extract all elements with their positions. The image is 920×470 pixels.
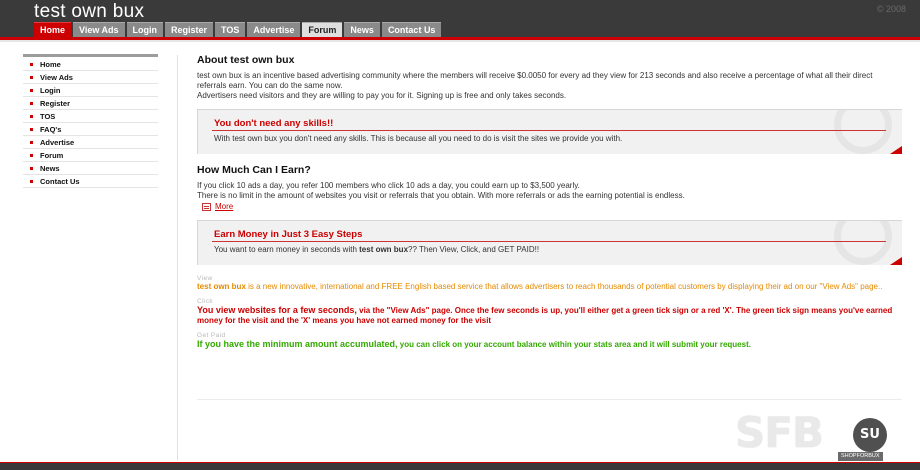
sidebar-item-contact-us[interactable]: Contact Us	[23, 175, 158, 188]
step-click-label: Click	[197, 298, 214, 305]
bullet-icon	[30, 128, 33, 131]
site-title[interactable]: test own bux	[34, 1, 144, 23]
document-icon	[202, 202, 211, 211]
sidebar-item-label: Register	[40, 99, 71, 108]
step-paid-label: Get Paid	[197, 332, 226, 339]
bullet-icon	[30, 102, 33, 105]
steps-box-title: Earn Money in Just 3 Easy Steps	[214, 229, 363, 240]
about-heading: About test own bux	[197, 54, 295, 66]
steps-box-text-post: ?? Then View, Click, and GET PAID!!	[408, 245, 540, 254]
nav-tab-news[interactable]: News	[344, 22, 380, 37]
step-click-text: You view websites for a few seconds, via…	[197, 305, 902, 326]
bullet-icon	[30, 115, 33, 118]
earn-heading: How Much Can I Earn?	[197, 164, 311, 176]
site-header: test own bux © 2008 Home View Ads Login …	[0, 0, 920, 37]
sidebar-item-label: Contact Us	[40, 177, 80, 186]
sidebar-menu: Home View Ads Login Register TOS FAQ's A…	[23, 54, 158, 188]
sidebar-divider	[177, 55, 178, 460]
watermark-tag: SHOPFORBUX	[838, 452, 883, 461]
nav-tab-advertise[interactable]: Advertise	[247, 22, 301, 37]
more-link[interactable]: More	[215, 202, 233, 211]
sidebar-item-label: Advertise	[40, 138, 75, 147]
step-click-bold: You view websites for a few seconds,	[197, 305, 357, 315]
watermark-letters: SFB	[735, 408, 824, 457]
sidebar-item-home[interactable]: Home	[23, 58, 158, 71]
steps-box-text-pre: You want to earn money in seconds with	[214, 245, 360, 254]
nav-tab-home[interactable]: Home	[34, 22, 72, 37]
watermark-su-badge: SU	[853, 418, 887, 452]
watermark-logo: SFB SU SHOPFORBUX	[735, 408, 910, 464]
corner-fold-icon	[890, 257, 902, 265]
step-view-body: is a new innovative, international and F…	[245, 282, 883, 291]
top-nav: Home View Ads Login Register TOS Adverti…	[34, 22, 442, 37]
skills-box-text: With test own bux you don't need any ski…	[214, 134, 623, 143]
header-shadow-bar	[0, 40, 920, 42]
main-content: About test own bux test own bux is an in…	[197, 54, 902, 350]
more-row: More	[202, 202, 902, 211]
nav-tab-view-ads[interactable]: View Ads	[73, 22, 125, 37]
nav-tab-contact-us[interactable]: Contact Us	[381, 22, 442, 37]
step-paid-bold: If you have the minimum amount accumulat…	[197, 339, 398, 349]
step-view-label: View	[197, 275, 213, 282]
step-view-text: test own bux is a new innovative, intern…	[197, 282, 902, 292]
sidebar-item-label: Forum	[40, 151, 64, 160]
earn-paragraph-2: There is no limit in the amount of websi…	[197, 191, 685, 200]
sidebar-item-view-ads[interactable]: View Ads	[23, 71, 158, 84]
steps-box-text: You want to earn money in seconds with t…	[214, 245, 539, 254]
bullet-icon	[30, 89, 33, 92]
bullet-icon	[30, 167, 33, 170]
site-footer	[0, 462, 920, 470]
nav-tab-tos[interactable]: TOS	[215, 22, 246, 37]
corner-fold-icon	[890, 146, 902, 154]
sidebar-item-tos[interactable]: TOS	[23, 110, 158, 123]
step-view-bold: test own bux	[197, 282, 246, 291]
bullet-icon	[30, 76, 33, 79]
skills-box-title: You don't need any skills!!	[214, 118, 334, 129]
sidebar-item-label: News	[40, 164, 60, 173]
copyright-text: © 2008	[876, 4, 906, 14]
sidebar-item-label: Home	[40, 60, 61, 69]
content-bottom-rule	[197, 399, 902, 400]
step-paid-body: you can click on your account balance wi…	[397, 340, 751, 349]
bullet-icon	[30, 154, 33, 157]
step-paid-text: If you have the minimum amount accumulat…	[197, 339, 902, 350]
earn-paragraph-1: If you click 10 ads a day, you refer 100…	[197, 181, 580, 190]
skills-box: You don't need any skills!! With test ow…	[197, 109, 902, 154]
about-paragraph-1: test own bux is an incentive based adver…	[197, 71, 873, 90]
steps-box: Earn Money in Just 3 Easy Steps You want…	[197, 220, 902, 265]
about-paragraph-2: Advertisers need visitors and they are w…	[197, 91, 567, 100]
sidebar-item-login[interactable]: Login	[23, 84, 158, 97]
bullet-icon	[30, 180, 33, 183]
steps-box-text-bold: test own bux	[359, 245, 409, 254]
box-divider	[212, 241, 886, 242]
sidebar-item-faqs[interactable]: FAQ's	[23, 123, 158, 136]
sidebar-item-label: TOS	[40, 112, 56, 121]
nav-tab-login[interactable]: Login	[126, 22, 164, 37]
sidebar-item-advertise[interactable]: Advertise	[23, 136, 158, 149]
sidebar-item-register[interactable]: Register	[23, 97, 158, 110]
bullet-icon	[30, 141, 33, 144]
sidebar-item-label: Login	[40, 86, 61, 95]
sidebar-item-news[interactable]: News	[23, 162, 158, 175]
sidebar-item-forum[interactable]: Forum	[23, 149, 158, 162]
sidebar-item-label: View Ads	[40, 73, 73, 82]
bullet-icon	[30, 63, 33, 66]
sidebar-item-label: FAQ's	[40, 125, 62, 134]
box-divider	[212, 130, 886, 131]
swirl-decoration	[834, 221, 892, 265]
nav-tab-register[interactable]: Register	[165, 22, 214, 37]
sidebar-top-bar	[23, 54, 158, 57]
nav-tab-forum[interactable]: Forum	[302, 22, 343, 37]
swirl-decoration	[834, 110, 892, 154]
